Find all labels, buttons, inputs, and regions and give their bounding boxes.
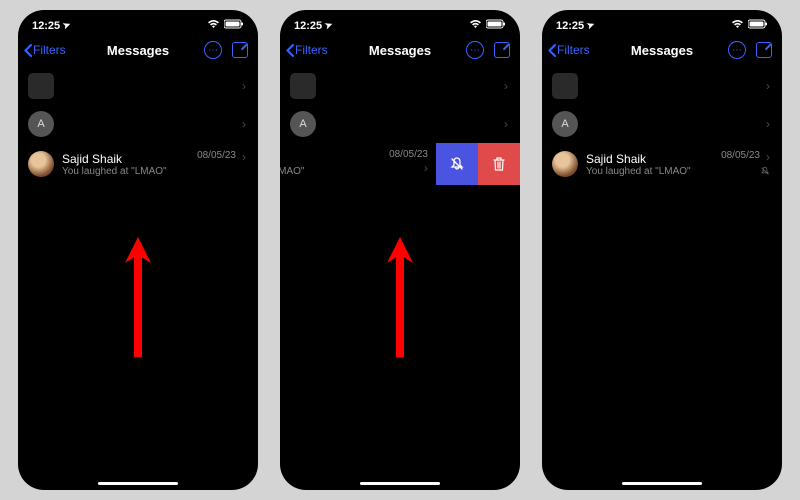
conversation-row-apple[interactable]: › — [542, 67, 782, 105]
home-indicator[interactable] — [98, 482, 178, 485]
conversation-row-a[interactable]: A › — [280, 105, 520, 143]
battery-icon — [224, 19, 244, 32]
compose-icon[interactable] — [756, 42, 772, 58]
message-preview: You laughed at "LMAO" — [586, 166, 772, 177]
message-date: 08/05/23 — [197, 150, 236, 161]
message-preview: You laughed at "LMAO" — [62, 166, 248, 177]
status-time: 12:25 — [294, 20, 322, 32]
status-bar: 12:25 ➤ — [18, 10, 258, 37]
avatar — [28, 151, 54, 177]
wifi-icon — [469, 19, 482, 32]
status-bar: 12:25 ➤ — [280, 10, 520, 37]
wifi-icon — [207, 19, 220, 32]
chevron-right-icon: › — [242, 79, 246, 93]
annotation-arrow — [385, 237, 415, 357]
message-date: 08/05/23 — [721, 150, 760, 161]
back-button[interactable]: Filters — [286, 43, 328, 57]
avatar-letter: A — [552, 111, 578, 137]
chevron-right-icon: › — [242, 150, 246, 164]
conversation-row-apple[interactable]: › — [280, 67, 520, 105]
page-title: Messages — [369, 43, 431, 58]
avatar-letter: A — [28, 111, 54, 137]
chevron-right-icon: › — [766, 150, 770, 164]
location-icon: ➤ — [61, 19, 72, 32]
compose-icon[interactable] — [232, 42, 248, 58]
compose-icon[interactable] — [494, 42, 510, 58]
back-button[interactable]: Filters — [548, 43, 590, 57]
trash-icon — [492, 156, 506, 172]
chevron-right-icon: › — [766, 79, 770, 93]
wifi-icon — [731, 19, 744, 32]
nav-bar: Filters Messages ⋯ — [18, 37, 258, 67]
chevron-right-icon: › — [242, 117, 246, 131]
back-label: Filters — [295, 43, 328, 57]
muted-indicator-icon — [760, 166, 770, 178]
back-button[interactable]: Filters — [24, 43, 66, 57]
location-icon: ➤ — [585, 19, 596, 32]
phone-panel-3: 12:25 ➤ Filters Messages ⋯ › A — [542, 10, 782, 490]
nav-bar: Filters Messages ⋯ — [280, 37, 520, 67]
message-preview: ed at "LMAO" — [280, 166, 430, 177]
conversation-list: › A › aik ed at "LMAO" 08/05/23 › — [280, 67, 520, 490]
avatar-letter: A — [290, 111, 316, 137]
apple-icon — [290, 73, 316, 99]
bell-slash-icon — [449, 156, 465, 172]
back-label: Filters — [33, 43, 66, 57]
conversation-row-apple[interactable]: › — [18, 67, 258, 105]
page-title: Messages — [107, 43, 169, 58]
more-icon[interactable]: ⋯ — [728, 41, 746, 59]
home-indicator[interactable] — [360, 482, 440, 485]
conversation-list: › A › Sajid Shaik You laughed at "LMAO" … — [542, 67, 782, 490]
chevron-right-icon: › — [424, 161, 428, 175]
home-indicator[interactable] — [622, 482, 702, 485]
mute-action-button[interactable] — [436, 143, 478, 185]
conversation-row-sajid[interactable]: Sajid Shaik You laughed at "LMAO" 08/05/… — [542, 143, 782, 185]
chevron-right-icon: › — [504, 117, 508, 131]
status-time: 12:25 — [556, 20, 584, 32]
phone-panel-1: 12:25 ➤ Filters Messages ⋯ › A — [18, 10, 258, 490]
page-title: Messages — [631, 43, 693, 58]
avatar — [552, 151, 578, 177]
location-icon: ➤ — [323, 19, 334, 32]
status-bar: 12:25 ➤ — [542, 10, 782, 37]
message-date: 08/05/23 — [389, 149, 428, 160]
back-label: Filters — [557, 43, 590, 57]
nav-bar: Filters Messages ⋯ — [542, 37, 782, 67]
status-time: 12:25 — [32, 20, 60, 32]
conversation-list: › A › Sajid Shaik You laughed at "LMAO" … — [18, 67, 258, 490]
phone-panel-2: 12:25 ➤ Filters Messages ⋯ › A — [280, 10, 520, 490]
conversation-row-sajid-swiped[interactable]: aik ed at "LMAO" 08/05/23 › — [280, 143, 520, 185]
more-icon[interactable]: ⋯ — [204, 41, 222, 59]
apple-icon — [28, 73, 54, 99]
chevron-right-icon: › — [766, 117, 770, 131]
chevron-right-icon: › — [504, 79, 508, 93]
annotation-arrow — [123, 237, 153, 357]
more-icon[interactable]: ⋯ — [466, 41, 484, 59]
conversation-row-a[interactable]: A › — [18, 105, 258, 143]
battery-icon — [748, 19, 768, 32]
apple-icon — [552, 73, 578, 99]
battery-icon — [486, 19, 506, 32]
conversation-row-a[interactable]: A › — [542, 105, 782, 143]
delete-action-button[interactable] — [478, 143, 520, 185]
conversation-row-sajid[interactable]: Sajid Shaik You laughed at "LMAO" 08/05/… — [18, 143, 258, 185]
